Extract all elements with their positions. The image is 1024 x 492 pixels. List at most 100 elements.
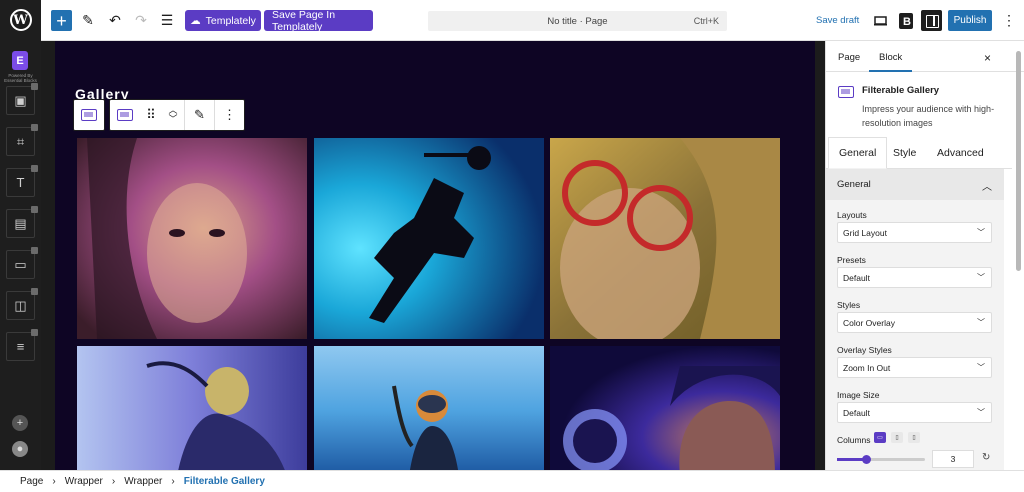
move-up-down-icon[interactable]: ︿ ﹀ <box>162 100 184 130</box>
gallery-block-icon <box>81 109 97 121</box>
image-icon: ⌗ <box>16 133 25 149</box>
layouts-value: Grid Layout <box>843 227 887 238</box>
settings-toggle-button[interactable] <box>921 10 942 31</box>
lock-icon <box>31 83 38 90</box>
tab-general-label: General <box>839 147 877 159</box>
undo-icon[interactable]: ↶ <box>104 10 126 31</box>
mobile-icon[interactable]: ▯ <box>908 432 920 443</box>
essential-blocks-icon[interactable]: B <box>895 10 917 31</box>
presets-select[interactable]: Default ﹀ <box>837 267 992 288</box>
styles-select[interactable]: Color Overlay ﹀ <box>837 312 992 333</box>
overlay-styles-value: Zoom In Out <box>843 362 891 373</box>
presets-label: Presets <box>837 255 866 265</box>
presets-value: Default <box>843 272 870 283</box>
chevron-right-icon: › <box>171 476 175 487</box>
tab-advanced-label: Advanced <box>937 147 984 159</box>
close-icon[interactable]: × <box>984 51 991 65</box>
svg-text:B: B <box>903 16 911 28</box>
publish-button[interactable]: Publish <box>948 10 992 31</box>
columns-slider[interactable] <box>837 455 925 464</box>
overlay-styles-select[interactable]: Zoom In Out ﹀ <box>837 357 992 378</box>
select-parent-button[interactable] <box>73 99 105 131</box>
settings-tabs: Page Block × <box>826 41 1024 72</box>
image-diver-purple <box>77 346 307 470</box>
layouts-select[interactable]: Grid Layout ﹀ <box>837 222 992 243</box>
edit-pencil-icon[interactable]: ✎ <box>184 100 214 130</box>
templately-icon: ☁ <box>190 14 201 27</box>
tab-general[interactable]: General <box>828 137 888 169</box>
drag-handle-icon[interactable]: ⠿ <box>140 100 162 130</box>
sidebar-item-cart[interactable]: ▤ <box>6 206 38 238</box>
tab-page[interactable]: Page <box>838 52 860 63</box>
image-woman-glasses <box>550 138 780 339</box>
sidebar-item-button[interactable]: ▭ <box>6 247 38 279</box>
breadcrumb-item-page[interactable]: Page <box>20 476 43 487</box>
more-options-icon[interactable]: ⋮ <box>214 100 244 130</box>
breadcrumb: Page › Wrapper › Wrapper › Filterable Ga… <box>0 470 1024 492</box>
gallery-image[interactable] <box>77 346 307 470</box>
block-title: Filterable Gallery <box>862 85 940 96</box>
options-menu-icon[interactable]: ⋮ <box>998 10 1020 31</box>
gallery-image[interactable] <box>314 138 544 339</box>
breadcrumb-item-current[interactable]: Filterable Gallery <box>184 476 265 487</box>
gallery-icon: ▣ <box>14 92 27 108</box>
image-size-label: Image Size <box>837 390 880 400</box>
lock-icon <box>31 288 38 295</box>
document-overview-icon[interactable]: ☰ <box>156 10 178 31</box>
breadcrumb-item-wrapper[interactable]: Wrapper <box>124 476 162 487</box>
image-diver-silhouette <box>314 138 544 339</box>
tab-style[interactable]: Style <box>893 137 916 169</box>
tab-block[interactable]: Block <box>868 52 913 72</box>
media-icon: ◫ <box>14 297 27 313</box>
block-type-button[interactable] <box>110 100 140 130</box>
form-icon: ≡ <box>16 339 25 354</box>
chevron-down-icon: ﹀ <box>977 408 985 417</box>
lock-icon <box>31 124 38 131</box>
lock-icon <box>31 165 38 172</box>
sidebar-item-image[interactable]: ⌗ <box>6 124 38 156</box>
sidebar-item-media[interactable]: ◫ <box>6 288 38 320</box>
eb-brand-icon: B <box>899 12 913 29</box>
editor-canvas: Gallery ⠿ ︿ ﹀ ✎ ⋮ <box>41 41 825 470</box>
templately-button[interactable]: ☁ Templately <box>185 10 261 31</box>
gallery-block-icon <box>838 86 854 98</box>
panel-scrollbar[interactable] <box>1016 51 1021 271</box>
gallery-image[interactable] <box>550 138 780 339</box>
redo-icon[interactable]: ↷ <box>130 10 152 31</box>
tab-advanced[interactable]: Advanced <box>937 137 984 169</box>
layouts-label: Layouts <box>837 210 867 220</box>
add-more-icon[interactable]: + <box>12 415 28 431</box>
essential-blocks-logo: E <box>12 51 28 70</box>
gallery-image[interactable] <box>550 346 780 470</box>
powered-by-label: Powered By Essential Blocks <box>4 73 37 83</box>
command-palette[interactable]: No title · Page Ctrl+K <box>428 11 727 31</box>
inspector-tabs: General Style Advanced <box>826 137 1012 169</box>
general-section-toggle[interactable]: General ︿ <box>826 169 1004 200</box>
sidebar-item-gallery[interactable]: ▣ <box>6 83 38 115</box>
reset-icon[interactable]: ↻ <box>982 452 990 463</box>
columns-number-input[interactable]: 3 <box>932 450 974 468</box>
edit-tool-icon[interactable]: ✎ <box>77 10 99 31</box>
sidebar-item-text[interactable]: T <box>6 165 38 197</box>
sidebar-item-form[interactable]: ≡ <box>6 329 38 361</box>
image-size-value: Default <box>843 407 870 418</box>
wordpress-logo[interactable]: W <box>0 0 41 41</box>
image-woman-portrait <box>77 138 307 339</box>
styles-value: Color Overlay <box>843 317 895 328</box>
save-draft-link[interactable]: Save draft <box>816 15 859 26</box>
styles-label: Styles <box>837 300 861 310</box>
settings-dot-icon[interactable]: ● <box>12 441 28 457</box>
text-icon: T <box>16 175 25 190</box>
image-size-select[interactable]: Default ﹀ <box>837 402 992 423</box>
desktop-icon[interactable]: ▭ <box>874 432 886 443</box>
chevron-down-icon: ﹀ <box>977 318 985 327</box>
preview-icon[interactable] <box>869 10 891 31</box>
breadcrumb-item-wrapper[interactable]: Wrapper <box>65 476 103 487</box>
tablet-icon[interactable]: ▯ <box>891 432 903 443</box>
add-block-button[interactable]: + <box>51 10 72 31</box>
gallery-image[interactable] <box>314 346 544 470</box>
slider-thumb[interactable] <box>862 455 872 464</box>
image-diver-mask <box>314 346 544 470</box>
save-templately-button[interactable]: Save Page In Templately <box>264 9 373 33</box>
gallery-image[interactable] <box>77 138 307 339</box>
